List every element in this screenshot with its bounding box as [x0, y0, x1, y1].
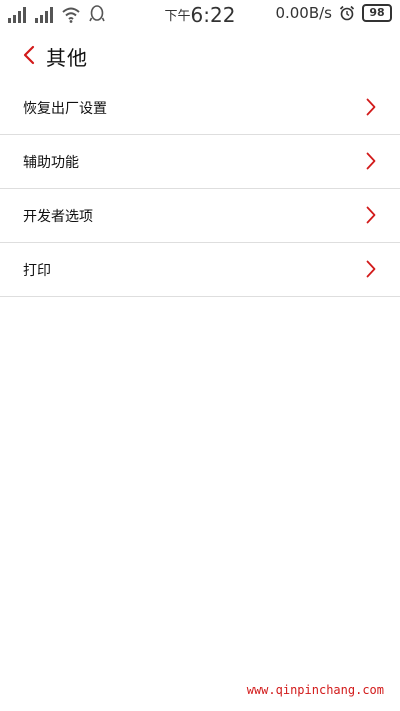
- page-header: 其他: [0, 30, 400, 80]
- list-item-label: 开发者选项: [23, 209, 93, 225]
- list-item-printing[interactable]: 打印: [0, 243, 400, 297]
- battery-icon: 98: [362, 4, 392, 22]
- time-value: 6:22: [190, 3, 236, 27]
- chevron-right-icon: [366, 152, 376, 170]
- list-item-developer-options[interactable]: 开发者选项: [0, 189, 400, 243]
- list-item-factory-reset[interactable]: 恢复出厂设置: [0, 81, 400, 135]
- time-prefix: 下午: [164, 9, 191, 24]
- status-bar: 下午6:22 0.00B/s 98: [0, 0, 400, 30]
- alarm-icon: [339, 5, 355, 21]
- net-speed: 0.00B/s: [275, 4, 332, 22]
- chevron-right-icon: [366, 206, 376, 224]
- chevron-right-icon: [366, 260, 376, 278]
- list-item-label: 辅助功能: [23, 155, 79, 171]
- status-icons-right: 0.00B/s 98: [275, 4, 392, 22]
- page-title: 其他: [46, 46, 88, 70]
- chevron-right-icon: [366, 98, 376, 116]
- list-item-label: 打印: [23, 263, 51, 279]
- settings-list: 恢复出厂设置 辅助功能 开发者选项 打印: [0, 81, 400, 297]
- settings-screen: 下午6:22 0.00B/s 98 其他 恢复出厂设置 辅助功能 开发者选项 打…: [0, 0, 400, 711]
- list-item-label: 恢复出厂设置: [23, 101, 107, 117]
- chevron-left-icon[interactable]: [20, 44, 38, 66]
- list-item-accessibility[interactable]: 辅助功能: [0, 135, 400, 189]
- watermark: www.qinpinchang.com: [246, 683, 384, 697]
